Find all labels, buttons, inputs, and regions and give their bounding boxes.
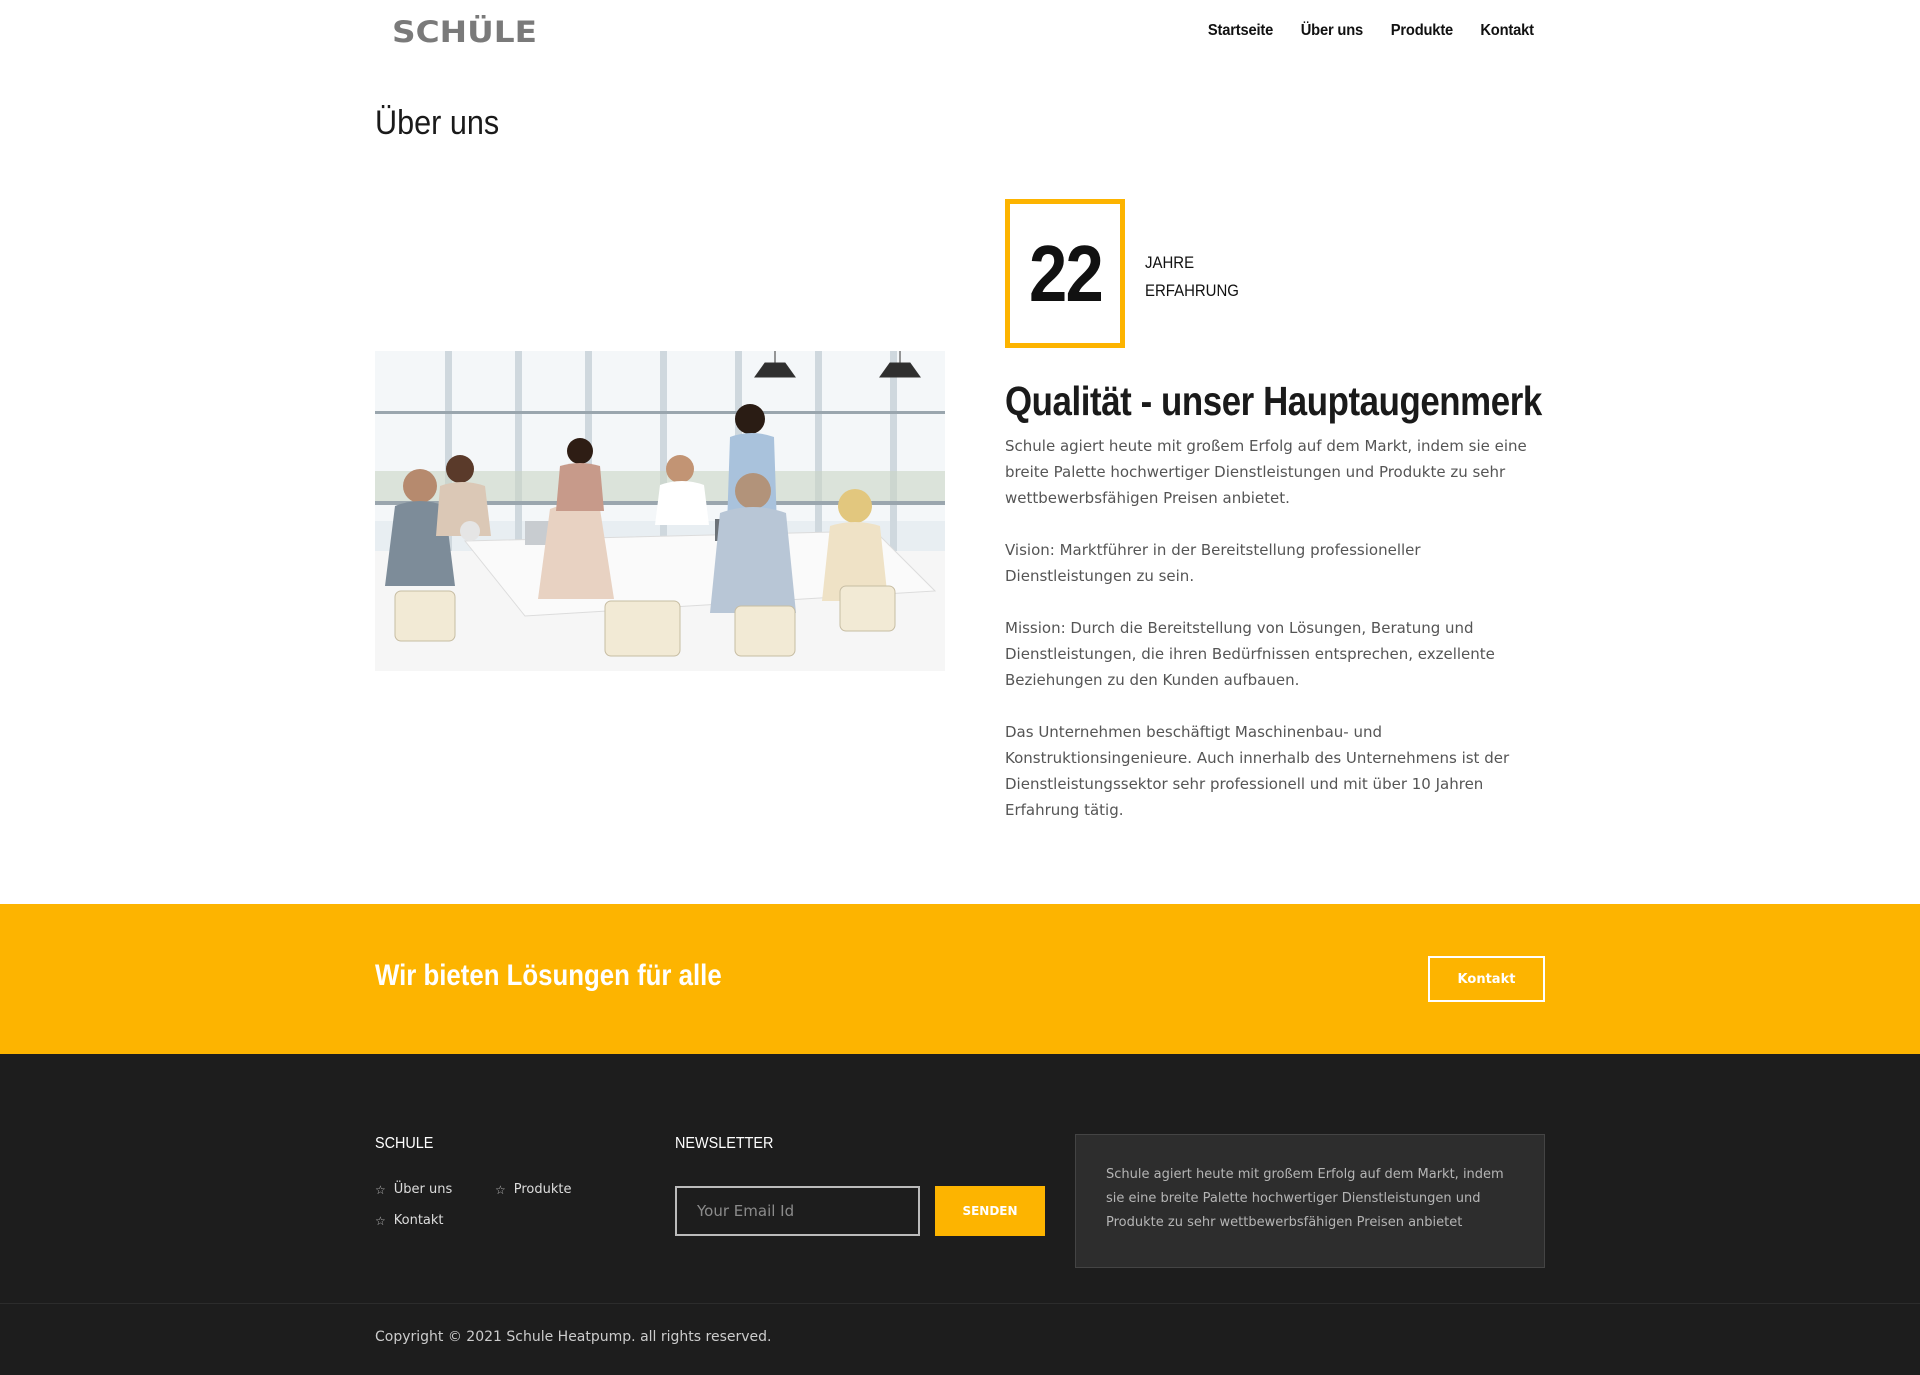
footer-schule-title: SCHULE <box>375 1135 434 1152</box>
team-meeting-image <box>375 351 945 671</box>
main-nav: Startseite Über uns Produkte Kontakt <box>1205 22 1536 40</box>
footer-link-label: Kontakt <box>393 1213 444 1228</box>
about-text: Schule agiert heute mit großem Erfolg au… <box>1005 433 1550 849</box>
footer-link-label: Produkte <box>513 1182 572 1197</box>
newsletter-email-input[interactable] <box>675 1186 920 1236</box>
nav-startseite[interactable]: Startseite <box>1208 22 1273 40</box>
footer-link-produkte[interactable]: ☆ Produkte <box>495 1182 615 1197</box>
experience-label-line1: JAHRE <box>1145 253 1195 272</box>
experience-label-line2: ERFAHRUNG <box>1145 281 1239 300</box>
footer-divider <box>0 1303 1920 1304</box>
footer-links: ☆ Über uns ☆ Produkte ☆ Kontakt <box>375 1182 615 1228</box>
brand-logo[interactable]: SCHÜLE <box>392 12 538 48</box>
footer-newsletter-title: NEWSLETTER <box>675 1135 774 1152</box>
nav-ueber-uns[interactable]: Über uns <box>1301 22 1364 40</box>
cta-title: Wir bieten Lösungen für alle <box>375 959 722 992</box>
site-header: SCHÜLE Startseite Über uns Produkte Kont… <box>0 0 1920 70</box>
footer-link-label: Über uns <box>393 1182 453 1197</box>
about-paragraph: Schule agiert heute mit großem Erfolg au… <box>1005 437 1527 507</box>
cta-band: Wir bieten Lösungen für alle Kontakt <box>0 904 1920 1054</box>
experience-box: 22 <box>1005 199 1125 348</box>
star-icon: ☆ <box>495 1182 506 1197</box>
footer-link-ueber-uns[interactable]: ☆ Über uns <box>375 1182 495 1197</box>
cta-kontakt-button[interactable]: Kontakt <box>1428 956 1545 1002</box>
logo-text: SCHÜLE <box>392 15 537 48</box>
star-icon: ☆ <box>375 1182 386 1197</box>
experience-label: JAHRE ERFAHRUNG <box>1145 249 1239 305</box>
footer-link-kontakt[interactable]: ☆ Kontakt <box>375 1213 495 1228</box>
about-heading: Qualität - unser Hauptaugenmerk <box>1005 378 1542 424</box>
copyright-text: Copyright © 2021 Schule Heatpump. all ri… <box>375 1329 772 1345</box>
mission-paragraph: Mission: Durch die Bereitstellung von Lö… <box>1005 619 1495 689</box>
page-title: Über uns <box>375 104 500 142</box>
footer-about-box: Schule agiert heute mit großem Erfolg au… <box>1075 1134 1545 1268</box>
experience-number: 22 <box>1028 228 1103 318</box>
nav-produkte[interactable]: Produkte <box>1391 22 1454 40</box>
newsletter-submit-button[interactable]: SENDEN <box>935 1186 1045 1236</box>
nav-kontakt[interactable]: Kontakt <box>1480 22 1534 40</box>
star-icon: ☆ <box>375 1213 386 1228</box>
company-paragraph: Das Unternehmen beschäftigt Maschinenbau… <box>1005 723 1510 819</box>
site-footer: SCHULE ☆ Über uns ☆ Produkte ☆ Kontakt N… <box>0 1054 1920 1375</box>
vision-paragraph: Vision: Marktführer in der Bereitstellun… <box>1005 541 1421 585</box>
